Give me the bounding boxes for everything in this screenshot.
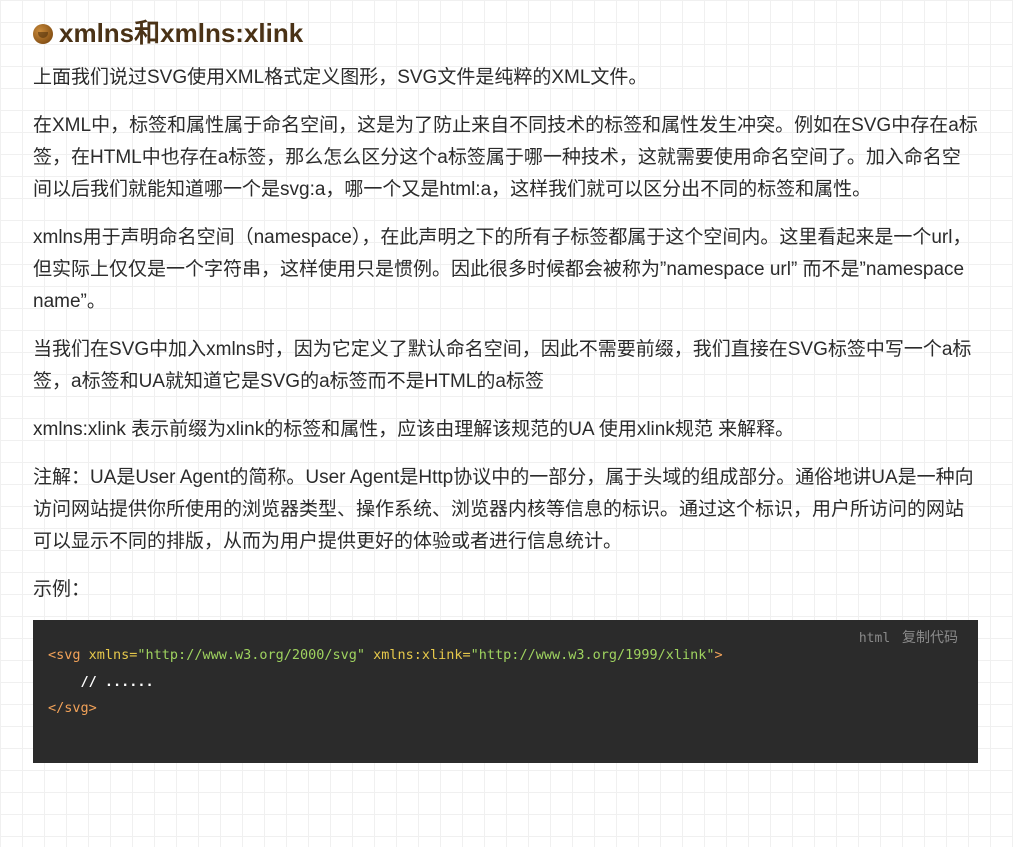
code-line-2: // ...... bbox=[48, 673, 154, 690]
article: xmlns和xmlns:xlink 上面我们说过SVG使用XML格式定义图形，S… bbox=[33, 14, 978, 763]
paragraph-intro: 上面我们说过SVG使用XML格式定义图形，SVG文件是纯粹的XML文件。 bbox=[33, 67, 648, 88]
brown-bullet-icon bbox=[33, 24, 53, 44]
code-lines: <svg xmlns="http://www.w3.org/2000/svg" … bbox=[48, 642, 723, 722]
copy-code-button[interactable]: 复制代码 bbox=[902, 629, 958, 645]
code-token-attr-xmlns: xmlns= bbox=[80, 647, 138, 663]
code-language-label: html bbox=[858, 631, 891, 646]
paragraph-xlink: xmlns:xlink 表示前缀为xlink的标签和属性，应该由理解该规范的UA… bbox=[33, 419, 795, 440]
paragraph-ua-note: 注解：UA是User Agent的简称。User Agent是Http协议中的一… bbox=[33, 467, 974, 552]
code-token-tag-open: <svg bbox=[48, 647, 81, 663]
code-block: html 复制代码 <svg xmlns="http://www.w3.org/… bbox=[33, 620, 978, 763]
code-line-3: </svg> bbox=[48, 700, 97, 716]
code-token-xlink-namespace: "http://www.w3.org/1999/xlink" bbox=[470, 647, 715, 663]
paragraph-example-label: 示例： bbox=[33, 579, 91, 600]
code-token-svg-namespace: "http://www.w3.org/2000/svg" bbox=[137, 647, 365, 663]
code-toolbar: html 复制代码 bbox=[859, 627, 958, 647]
paragraph-xmlns: xmlns用于声明命名空间（namespace），在此声明之下的所有子标签都属于… bbox=[33, 227, 972, 312]
paragraph-namespace: 在XML中，标签和属性属于命名空间，这是为了防止来自不同技术的标签和属性发生冲突… bbox=[33, 115, 978, 200]
section-heading: xmlns和xmlns:xlink bbox=[33, 14, 978, 52]
paragraph-default-namespace: 当我们在SVG中加入xmlns时，因为它定义了默认命名空间，因此不需要前缀，我们… bbox=[33, 339, 972, 392]
code-token-tag-close: > bbox=[714, 647, 723, 663]
heading-text: xmlns和xmlns:xlink bbox=[59, 18, 304, 48]
code-line-1: <svg xmlns="http://www.w3.org/2000/svg" … bbox=[48, 642, 723, 669]
code-token-attr-xlink: xmlns:xlink= bbox=[365, 647, 471, 663]
